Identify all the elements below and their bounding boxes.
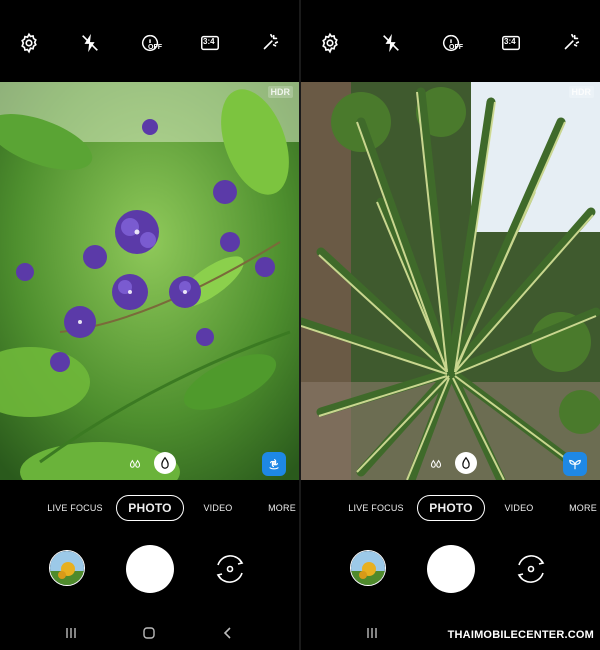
bokeh-outline-icon[interactable] bbox=[124, 454, 146, 476]
timer-off-label: OFF bbox=[148, 44, 162, 51]
aspect-ratio-icon[interactable]: 3:4 bbox=[197, 30, 223, 56]
settings-icon[interactable] bbox=[16, 30, 42, 56]
gallery-thumbnail[interactable] bbox=[350, 550, 386, 586]
scene-optimizer-icon[interactable] bbox=[257, 30, 283, 56]
recent-apps-icon[interactable] bbox=[362, 624, 382, 642]
switch-camera-icon[interactable] bbox=[512, 550, 550, 588]
aspect-ratio-label: 3:4 bbox=[504, 37, 516, 46]
aspect-ratio-label: 3:4 bbox=[203, 37, 215, 46]
water-drop-icon[interactable] bbox=[154, 452, 176, 474]
agave-plant-preview-image bbox=[301, 82, 600, 480]
plant-icon[interactable] bbox=[563, 452, 587, 476]
timer-off-label: OFF bbox=[449, 44, 463, 51]
mode-video[interactable]: VIDEO bbox=[497, 495, 541, 521]
back-icon[interactable] bbox=[218, 624, 238, 642]
flower-icon[interactable] bbox=[262, 452, 286, 476]
mode-live-focus[interactable]: LIVE FOCUS bbox=[341, 495, 411, 521]
mode-video[interactable]: VIDEO bbox=[196, 495, 240, 521]
gallery-thumbnail[interactable] bbox=[49, 550, 85, 586]
mode-live-focus[interactable]: LIVE FOCUS bbox=[40, 495, 110, 521]
mode-photo[interactable]: PHOTO bbox=[417, 495, 485, 521]
flower-preview-image bbox=[0, 82, 299, 480]
system-nav-bar bbox=[0, 620, 299, 646]
camera-mode-selector: LIVE FOCUS PHOTO VIDEO MORE bbox=[0, 495, 299, 521]
timer-off-icon[interactable]: OFF bbox=[137, 30, 163, 56]
site-watermark: THAIMOBILECENTER.COM bbox=[447, 629, 594, 641]
switch-camera-icon[interactable] bbox=[211, 550, 249, 588]
flash-off-icon[interactable] bbox=[77, 30, 103, 56]
camera-top-bar: OFF 3:4 bbox=[301, 0, 600, 82]
water-drop-icon[interactable] bbox=[455, 452, 477, 474]
home-icon[interactable] bbox=[139, 624, 159, 642]
aspect-ratio-icon[interactable]: 3:4 bbox=[498, 30, 524, 56]
camera-top-bar: OFF 3:4 bbox=[0, 0, 299, 82]
camera-viewfinder[interactable]: HDR bbox=[301, 82, 600, 480]
mode-more[interactable]: MORE bbox=[563, 495, 600, 521]
settings-icon[interactable] bbox=[317, 30, 343, 56]
camera-viewfinder[interactable]: HDR bbox=[0, 82, 299, 480]
recent-apps-icon[interactable] bbox=[61, 624, 81, 642]
scene-optimizer-icon[interactable] bbox=[558, 30, 584, 56]
shutter-button[interactable] bbox=[427, 545, 475, 593]
hdr-indicator[interactable]: HDR bbox=[568, 86, 594, 98]
bokeh-outline-icon[interactable] bbox=[425, 454, 447, 476]
flash-off-icon[interactable] bbox=[378, 30, 404, 56]
camera-mode-selector: LIVE FOCUS PHOTO VIDEO MORE bbox=[301, 495, 600, 521]
camera-screen-left: OFF 3:4 HDR LIVE FOCUS PHOTO VIDEO MORE bbox=[0, 0, 299, 650]
mode-photo[interactable]: PHOTO bbox=[116, 495, 184, 521]
camera-screen-right: OFF 3:4 HDR LIVE FOCUS PHOTO VIDEO MORE bbox=[301, 0, 600, 650]
mode-more[interactable]: MORE bbox=[262, 495, 299, 521]
shutter-button[interactable] bbox=[126, 545, 174, 593]
hdr-indicator[interactable]: HDR bbox=[267, 86, 293, 98]
timer-off-icon[interactable]: OFF bbox=[438, 30, 464, 56]
